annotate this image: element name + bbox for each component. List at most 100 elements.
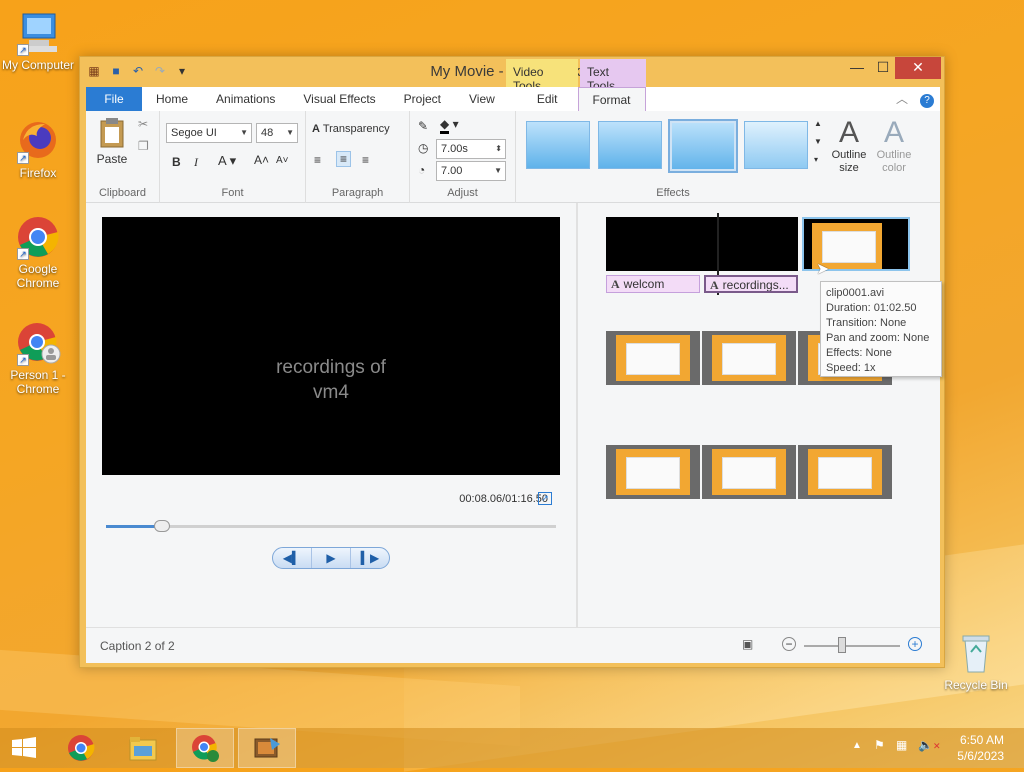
tab-project[interactable]: Project (390, 87, 455, 111)
storyboard-clip[interactable] (702, 331, 796, 385)
font-group-label: Font (221, 187, 244, 199)
text-tools-header: Text Tools (580, 59, 646, 93)
maximize-button[interactable]: ☐ (868, 57, 898, 79)
next-frame-button[interactable]: ▍▶ (351, 548, 389, 568)
desktop-icon-firefox[interactable]: ↗ Firefox (0, 118, 76, 180)
taskbar: ▲ ⚑ ▦ 🔈✕ 6:50 AM 5/6/2023 (0, 728, 1024, 768)
taskbar-chrome-person[interactable] (176, 728, 234, 768)
tab-format[interactable]: Format (577, 87, 646, 111)
seek-progress (106, 525, 156, 528)
seek-thumb[interactable] (153, 520, 170, 532)
clock[interactable]: 6:50 AM 5/6/2023 (957, 732, 1004, 764)
thumbnail-size-icon[interactable]: ▣ (742, 637, 753, 651)
effect-option-3-selected[interactable] (668, 119, 738, 173)
chrome-person-icon (192, 735, 219, 762)
transparency-button[interactable]: A Transparency (312, 123, 390, 135)
effect-option-2[interactable] (598, 121, 662, 169)
storyboard-clip[interactable] (606, 331, 700, 385)
tab-view[interactable]: View (455, 87, 509, 111)
timecode: 00:08.06/01:16.50 (459, 493, 548, 505)
zoom-slider[interactable] (804, 637, 900, 653)
help-icon[interactable]: ? (914, 87, 940, 111)
font-family-select[interactable]: Segoe UI ▼ (166, 123, 252, 143)
align-left-button[interactable]: ≡ (314, 153, 321, 167)
bold-button[interactable]: B (172, 155, 181, 169)
text-color-button[interactable]: ◆ ▾ (440, 117, 459, 134)
copy-icon[interactable]: ❐ (138, 139, 149, 153)
storyboard-clip[interactable] (798, 445, 892, 499)
desktop-icon-person-chrome[interactable]: ↗ Person 1 - Chrome (0, 320, 76, 396)
effect-option-4[interactable] (744, 121, 808, 169)
taskbar-movie-maker[interactable] (238, 728, 296, 768)
close-button[interactable]: ✕ (895, 57, 941, 79)
align-right-button[interactable]: ≡ (362, 153, 369, 167)
effects-more-icon[interactable]: ▾ (814, 155, 818, 164)
tooltip-duration: Duration: 01:02.50 (826, 302, 917, 314)
taskbar-file-explorer[interactable] (114, 728, 172, 768)
start-button[interactable] (0, 728, 48, 768)
desktop-icon-my-computer[interactable]: ↗ My Computer (0, 10, 76, 72)
tab-animations[interactable]: Animations (202, 87, 289, 111)
storyboard-black-clip[interactable] (606, 217, 798, 271)
previous-frame-button[interactable]: ◀▍ (273, 548, 312, 568)
tab-edit[interactable]: Edit (517, 87, 578, 111)
duration-icon: ◔ (418, 163, 426, 177)
font-size-select[interactable]: 48 ▼ (256, 123, 298, 143)
adjust-group: ✎ ◆ ▾ ◷ 7.00s ⬍ ◔ 7.00 ▼ Adjust (410, 111, 516, 203)
tab-home[interactable]: Home (142, 87, 202, 111)
grow-font-button[interactable]: A˄ (254, 153, 269, 167)
pane-splitter[interactable] (576, 203, 578, 627)
shrink-font-button[interactable]: A˅ (276, 155, 289, 166)
desktop-icon-recycle-bin[interactable]: Recycle Bin (938, 630, 1014, 692)
start-time-icon: ◷ (418, 141, 429, 155)
zoom-in-icon[interactable]: + (908, 637, 922, 651)
tooltip-speed: Speed: 1x (826, 362, 876, 374)
zoom-thumb[interactable] (838, 637, 846, 653)
start-time-input[interactable]: 7.00s ⬍ (436, 139, 506, 159)
cut-icon[interactable]: ✂ (138, 117, 148, 131)
video-preview[interactable]: recordings of vm4 (102, 217, 560, 475)
video-tools-header: Video Tools (506, 59, 578, 93)
fullscreen-icon[interactable]: ↗ (538, 492, 552, 505)
italic-button[interactable]: I (194, 155, 198, 170)
tab-visual-effects[interactable]: Visual Effects (289, 87, 389, 111)
effects-scroll-down-icon[interactable]: ▼ (814, 137, 822, 146)
outline-color-button[interactable]: A Outline color (872, 117, 916, 175)
effects-group: ▲ ▼ ▾ Effects (522, 111, 824, 203)
duration-select[interactable]: 7.00 ▼ (436, 161, 506, 181)
align-center-button[interactable]: ≡ (336, 151, 352, 167)
seek-bar[interactable] (106, 520, 556, 532)
taskbar-chrome[interactable] (52, 728, 110, 768)
clock-date: 5/6/2023 (957, 749, 1004, 763)
paste-button[interactable]: Paste (94, 117, 130, 166)
windows-logo-icon (12, 737, 36, 758)
background-color-icon[interactable]: ✎ (418, 119, 428, 133)
adjust-group-label: Adjust (447, 187, 478, 199)
volume-muted-icon[interactable]: 🔈✕ (918, 738, 941, 752)
clip-tooltip: clip0001.avi Duration: 01:02.50 Transiti… (820, 281, 942, 377)
storyboard-clip[interactable] (606, 445, 700, 499)
ribbon-tabs: File Home Animations Visual Effects Proj… (86, 87, 940, 111)
effect-option-1[interactable] (526, 121, 590, 169)
paste-icon (100, 118, 124, 148)
font-color-button[interactable]: A ▾ (218, 153, 236, 169)
storyboard-clip[interactable] (702, 445, 796, 499)
tab-file[interactable]: File (86, 87, 142, 111)
desktop-icon-label: My Computer (1, 58, 75, 72)
mouse-cursor-icon: ➤ (816, 261, 830, 278)
caption-item-1[interactable]: Awelcom (606, 275, 700, 293)
font-group: Segoe UI ▼ 48 ▼ B I A ▾ A˄ A˅ Font (160, 111, 306, 203)
chrome-icon: ↗ (15, 214, 61, 260)
show-hidden-icons-icon[interactable]: ▲ (852, 740, 862, 751)
outline-size-label: Outline size (831, 149, 867, 174)
zoom-out-icon[interactable]: − (782, 637, 796, 651)
action-center-flag-icon[interactable]: ⚑ (874, 738, 885, 752)
outline-size-button[interactable]: A Outline size (828, 117, 870, 175)
firefox-icon: ↗ (15, 118, 61, 164)
caption-item-2[interactable]: Arecordings... (704, 275, 798, 293)
network-icon[interactable]: ▦ (896, 738, 907, 752)
effects-scroll-up-icon[interactable]: ▲ (814, 119, 822, 128)
play-button[interactable]: ▶ (312, 548, 351, 568)
desktop-icon-google-chrome[interactable]: ↗ Google Chrome (0, 214, 76, 290)
minimize-ribbon-icon[interactable]: ︿ (890, 87, 914, 111)
